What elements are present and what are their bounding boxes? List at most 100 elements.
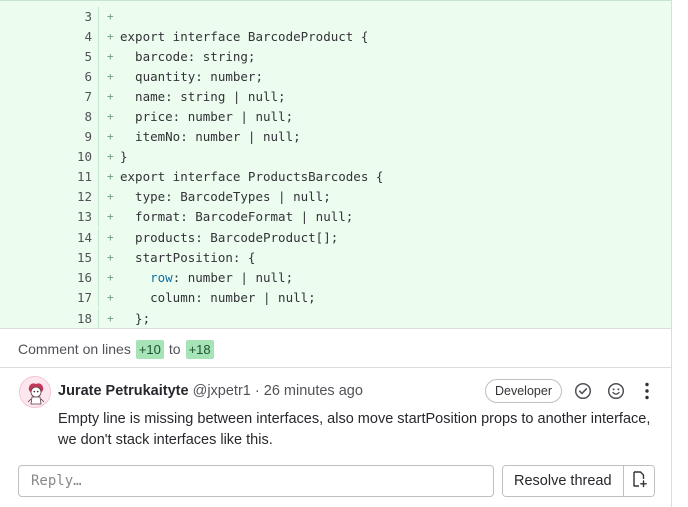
gutter-divider: [98, 187, 99, 207]
divider: [0, 367, 671, 368]
discussion-thread: 3 +4 + export interface BarcodeProduct {5 + …: [0, 0, 672, 507]
line-start-badge: +10: [135, 339, 164, 359]
resolve-thread-button[interactable]: Resolve thread: [503, 466, 623, 496]
line-number[interactable]: 13: [0, 207, 92, 227]
resolve-button-group: Resolve thread: [502, 465, 655, 497]
code-text: row: number | null;: [150, 270, 294, 285]
line-number[interactable]: 10: [0, 147, 92, 167]
smiley-icon[interactable]: [606, 381, 626, 401]
diff-sign: +: [107, 170, 114, 183]
note-header: Jurate Petrukaityte @jxpetr1 · 26 minute…: [58, 381, 363, 401]
code-text: export interface ProductsBarcodes {: [120, 169, 384, 184]
code-text: quantity: number;: [120, 69, 263, 84]
diff-line: 4 + export interface BarcodeProduct {: [0, 27, 671, 47]
code-text: };: [120, 311, 151, 326]
line-number[interactable]: 4: [0, 27, 92, 47]
gutter-divider: [98, 309, 99, 329]
diff-line: 8 + price: number | null;: [0, 107, 671, 127]
diff-line: 12 + type: BarcodeTypes | null;: [0, 187, 671, 207]
line-number[interactable]: 14: [0, 228, 92, 248]
check-circle-icon[interactable]: [573, 381, 593, 401]
gutter-divider: [98, 147, 99, 167]
author-username[interactable]: @jxpetr1: [193, 383, 251, 399]
diff-sign: +: [107, 251, 114, 264]
diff-sign: +: [107, 210, 114, 223]
diff-line: 11 + export interface ProductsBarcodes {: [0, 167, 671, 187]
line-end-badge: +18: [185, 339, 214, 359]
diff-block: 3 +4 + export interface BarcodeProduct {5 + …: [0, 0, 671, 329]
line-number[interactable]: 17: [0, 288, 92, 308]
diff-line: 9 + itemNo: number | null;: [0, 127, 671, 147]
diff-line: 7 + name: string | null;: [0, 87, 671, 107]
kebab-menu-icon[interactable]: [637, 381, 657, 401]
gutter-divider: [98, 47, 99, 67]
diff-line: 3 +: [0, 7, 671, 27]
comment-on-lines: Comment on lines +10 to +18: [18, 338, 214, 360]
gutter-divider: [98, 207, 99, 227]
code-text: }: [120, 149, 128, 164]
code-text: column: number | null;: [120, 290, 316, 305]
diff-line: 13 + format: BarcodeFormat | null;: [0, 207, 671, 227]
code-text: type: BarcodeTypes | null;: [120, 189, 331, 204]
comment-on-prefix: Comment on lines: [18, 341, 131, 357]
diff-sign: +: [107, 70, 114, 83]
line-number[interactable]: 7: [0, 87, 92, 107]
gutter-divider: [98, 67, 99, 87]
diff-sign: +: [107, 90, 114, 103]
gutter-divider: [98, 288, 99, 308]
code-token: row: [150, 270, 173, 285]
diff-line: 5 + barcode: string;: [0, 47, 671, 67]
diff-line: 17 + column: number | null;: [0, 288, 671, 308]
diff-sign: +: [107, 291, 114, 304]
gutter-divider: [98, 248, 99, 268]
diff-line: 18 + };: [0, 309, 671, 329]
diff-sign: +: [107, 190, 114, 203]
author-name[interactable]: Jurate Petrukaityte: [58, 383, 189, 399]
diff-line: 14 + products: BarcodeProduct[];: [0, 228, 671, 248]
line-number[interactable]: 5: [0, 47, 92, 67]
diff-line: 6 + quantity: number;: [0, 67, 671, 87]
diff-sign: +: [107, 110, 114, 123]
code-text: export interface BarcodeProduct {: [120, 29, 369, 44]
line-number[interactable]: 18: [0, 309, 92, 329]
gutter-divider: [98, 7, 99, 27]
gutter-divider: [98, 167, 99, 187]
gutter-divider: [98, 107, 99, 127]
gutter-divider: [98, 127, 99, 147]
code-text: barcode: string;: [120, 49, 256, 64]
create-issue-button[interactable]: [622, 466, 654, 496]
code-text: products: BarcodeProduct[];: [120, 230, 339, 245]
diff-sign: +: [107, 10, 114, 23]
diff-sign: +: [107, 312, 114, 325]
header-separator: ·: [254, 383, 260, 399]
gutter-divider: [98, 87, 99, 107]
line-number[interactable]: 9: [0, 127, 92, 147]
diff-sign: +: [107, 231, 114, 244]
code-text: itemNo: number | null;: [120, 129, 301, 144]
note-body: Empty line is missing between interfaces…: [58, 411, 651, 448]
line-number[interactable]: 8: [0, 107, 92, 127]
line-number[interactable]: 16: [0, 268, 92, 288]
create-issue-icon: [631, 470, 647, 493]
role-badge: Developer: [485, 379, 562, 403]
diff-sign: +: [107, 30, 114, 43]
line-number[interactable]: 15: [0, 248, 92, 268]
note-timestamp[interactable]: 26 minutes ago: [264, 383, 363, 399]
avatar[interactable]: [19, 376, 51, 408]
gutter-divider: [98, 228, 99, 248]
diff-line: 16 + row: number | null;: [0, 268, 671, 288]
comment-on-joiner: to: [168, 341, 181, 357]
diff-sign: +: [107, 150, 114, 163]
diff-sign: +: [107, 271, 114, 284]
gutter-divider: [98, 27, 99, 47]
diff-sign: +: [107, 130, 114, 143]
diff-sign: +: [107, 50, 114, 63]
code-text: format: BarcodeFormat | null;: [120, 209, 354, 224]
line-number[interactable]: 3: [0, 7, 92, 27]
line-number[interactable]: 6: [0, 67, 92, 87]
gutter-divider: [98, 268, 99, 288]
line-number[interactable]: 11: [0, 167, 92, 187]
line-number[interactable]: 12: [0, 187, 92, 207]
reply-input[interactable]: Reply…: [18, 465, 494, 497]
diff-line: 10 +}: [0, 147, 671, 167]
